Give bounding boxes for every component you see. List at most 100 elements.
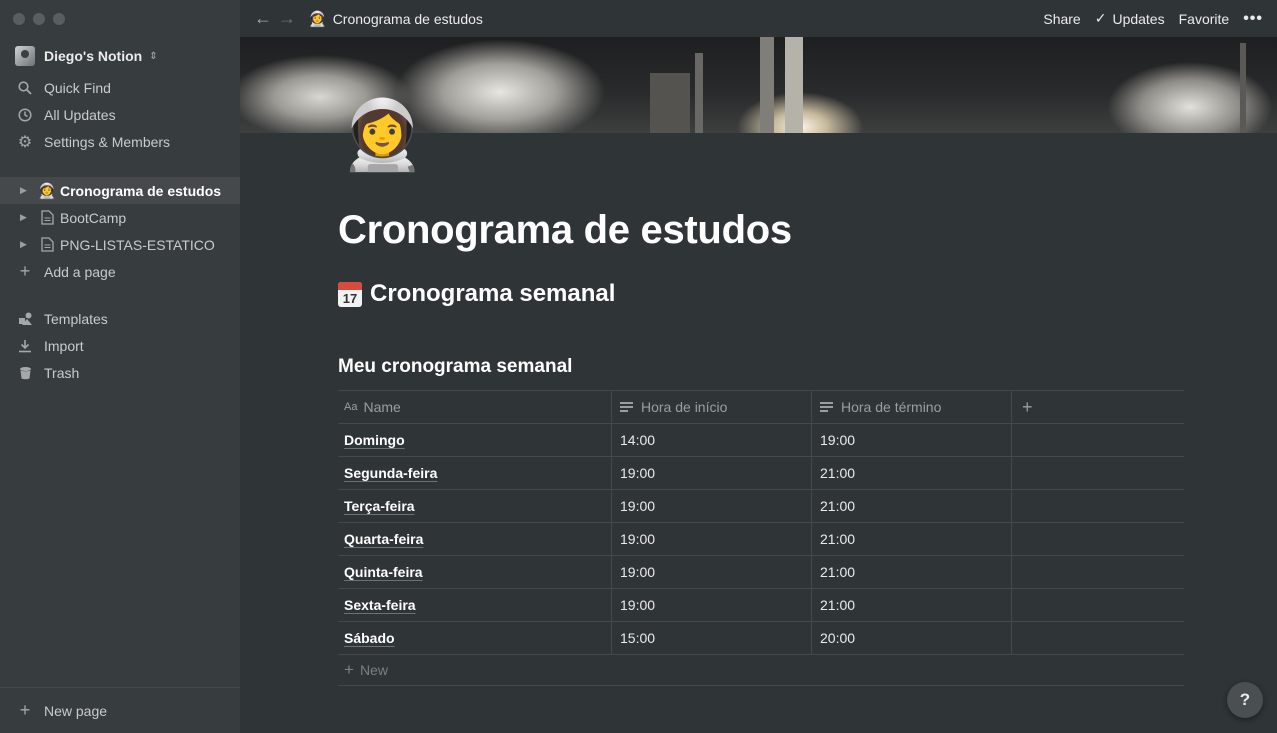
row-empty-cell[interactable] (1012, 457, 1184, 489)
row-start-time[interactable]: 19:00 (612, 556, 812, 588)
workspace-avatar (15, 46, 35, 66)
sidebar-item-trash[interactable]: Trash (0, 359, 240, 386)
topbar-actions: Share ✓ Updates Favorite ••• (1043, 0, 1263, 37)
chevron-updown-icon: ⇕ (149, 50, 158, 62)
check-icon: ✓ (1094, 10, 1107, 26)
table-row[interactable]: Sábado 15:00 20:00 (338, 622, 1184, 655)
row-name[interactable]: Segunda-feira (344, 465, 437, 481)
row-name[interactable]: Sábado (344, 630, 395, 646)
new-row-label: New (359, 662, 388, 678)
plus-icon: + (344, 660, 354, 679)
add-column-plus-icon[interactable]: + (1012, 391, 1184, 423)
workspace-switcher[interactable]: Diego's Notion ⇕ (15, 44, 158, 68)
sidebar-item-import[interactable]: Import (0, 332, 240, 359)
expand-arrow-icon[interactable]: ▶ (20, 239, 30, 250)
row-end-time[interactable]: 20:00 (812, 622, 1012, 654)
column-header-name[interactable]: Aa Name (338, 391, 612, 423)
topbar: ← → 👩‍🚀 Cronograma de estudos Share ✓ Up… (240, 0, 1277, 37)
share-button[interactable]: Share (1043, 11, 1080, 27)
row-empty-cell[interactable] (1012, 523, 1184, 555)
row-name[interactable]: Quarta-feira (344, 531, 423, 547)
add-page-label: Add a page (44, 263, 116, 280)
workspace-name: Diego's Notion (44, 48, 143, 64)
row-start-time[interactable]: 19:00 (612, 523, 812, 555)
row-empty-cell[interactable] (1012, 556, 1184, 588)
row-start-time[interactable]: 19:00 (612, 589, 812, 621)
sidebar-item-label: All Updates (44, 106, 116, 123)
row-empty-cell[interactable] (1012, 424, 1184, 456)
table-row[interactable]: Quinta-feira 19:00 21:00 (338, 556, 1184, 589)
row-start-time[interactable]: 19:00 (612, 457, 812, 489)
window-controls (13, 13, 65, 25)
more-options-icon[interactable]: ••• (1243, 10, 1263, 28)
sidebar-item-settings[interactable]: ⚙ Settings & Members (0, 128, 240, 155)
clock-icon (17, 107, 33, 123)
search-icon (17, 80, 33, 96)
sidebar-item-label: Trash (44, 364, 80, 381)
sidebar-item-templates[interactable]: Templates (0, 305, 240, 332)
row-empty-cell[interactable] (1012, 490, 1184, 522)
row-end-time[interactable]: 21:00 (812, 556, 1012, 588)
trash-icon (17, 365, 33, 381)
page-icon (38, 236, 56, 254)
astronaut-icon: 👩‍🚀 (37, 182, 57, 200)
sidebar-page-png-listas[interactable]: ▶ PNG-LISTAS-ESTATICO (0, 231, 240, 258)
help-button[interactable]: ? (1227, 682, 1263, 718)
sidebar-page-cronograma[interactable]: ▶ 👩‍🚀 Cronograma de estudos (0, 177, 240, 204)
expand-arrow-icon[interactable]: ▶ (20, 185, 30, 196)
table-row[interactable]: Domingo 14:00 19:00 (338, 424, 1184, 457)
row-name[interactable]: Terça-feira (344, 498, 415, 514)
plus-icon: + (19, 700, 31, 720)
back-arrow-icon[interactable]: ← (254, 8, 272, 29)
new-page-button[interactable]: + New page (0, 687, 240, 733)
row-start-time[interactable]: 14:00 (612, 424, 812, 456)
sidebar-item-quick-find[interactable]: Quick Find (0, 74, 240, 101)
table-header: Aa Name Hora de início Hora de término + (338, 391, 1184, 424)
row-end-time[interactable]: 19:00 (812, 424, 1012, 456)
calendar-icon: 17 (338, 281, 362, 307)
row-name[interactable]: Quinta-feira (344, 564, 423, 580)
sidebar-item-label: Templates (44, 310, 108, 327)
row-end-time[interactable]: 21:00 (812, 589, 1012, 621)
table-row[interactable]: Quarta-feira 19:00 21:00 (338, 523, 1184, 556)
new-row-button[interactable]: + New (338, 655, 1184, 686)
gear-icon: ⚙ (17, 133, 33, 151)
column-header-end[interactable]: Hora de término (812, 391, 1012, 423)
maximize-window-button[interactable] (53, 13, 65, 25)
page-icon (38, 209, 56, 227)
favorite-button[interactable]: Favorite (1179, 11, 1230, 27)
sidebar-page-label: PNG-LISTAS-ESTATICO (60, 236, 215, 253)
breadcrumb-label: Cronograma de estudos (332, 10, 483, 27)
section-heading[interactable]: 17 Cronograma semanal (338, 280, 615, 308)
page-emoji-icon[interactable]: 👩‍🚀 (340, 96, 425, 174)
sidebar: Diego's Notion ⇕ Quick Find All Updates … (0, 0, 240, 733)
add-page-button[interactable]: + Add a page (0, 258, 240, 285)
new-page-label: New page (44, 702, 108, 719)
text-property-icon (820, 400, 833, 414)
close-window-button[interactable] (13, 13, 25, 25)
sidebar-item-all-updates[interactable]: All Updates (0, 101, 240, 128)
row-end-time[interactable]: 21:00 (812, 523, 1012, 555)
updates-button[interactable]: Updates (1112, 11, 1164, 27)
row-name[interactable]: Domingo (344, 432, 405, 448)
row-empty-cell[interactable] (1012, 589, 1184, 621)
breadcrumb[interactable]: 👩‍🚀 Cronograma de estudos (308, 10, 483, 28)
table-row[interactable]: Terça-feira 19:00 21:00 (338, 490, 1184, 523)
sidebar-page-bootcamp[interactable]: ▶ BootCamp (0, 204, 240, 231)
row-empty-cell[interactable] (1012, 622, 1184, 654)
row-end-time[interactable]: 21:00 (812, 490, 1012, 522)
sidebar-item-label: Quick Find (44, 79, 111, 96)
minimize-window-button[interactable] (33, 13, 45, 25)
column-header-start[interactable]: Hora de início (612, 391, 812, 423)
sidebar-page-label: Cronograma de estudos (60, 182, 222, 199)
forward-arrow-icon[interactable]: → (278, 8, 296, 29)
expand-arrow-icon[interactable]: ▶ (20, 212, 30, 223)
row-start-time[interactable]: 19:00 (612, 490, 812, 522)
row-start-time[interactable]: 15:00 (612, 622, 812, 654)
page-title[interactable]: Cronograma de estudos (338, 208, 792, 253)
table-row[interactable]: Sexta-feira 19:00 21:00 (338, 589, 1184, 622)
database-title[interactable]: Meu cronograma semanal (338, 356, 572, 378)
table-row[interactable]: Segunda-feira 19:00 21:00 (338, 457, 1184, 490)
row-end-time[interactable]: 21:00 (812, 457, 1012, 489)
row-name[interactable]: Sexta-feira (344, 597, 416, 613)
